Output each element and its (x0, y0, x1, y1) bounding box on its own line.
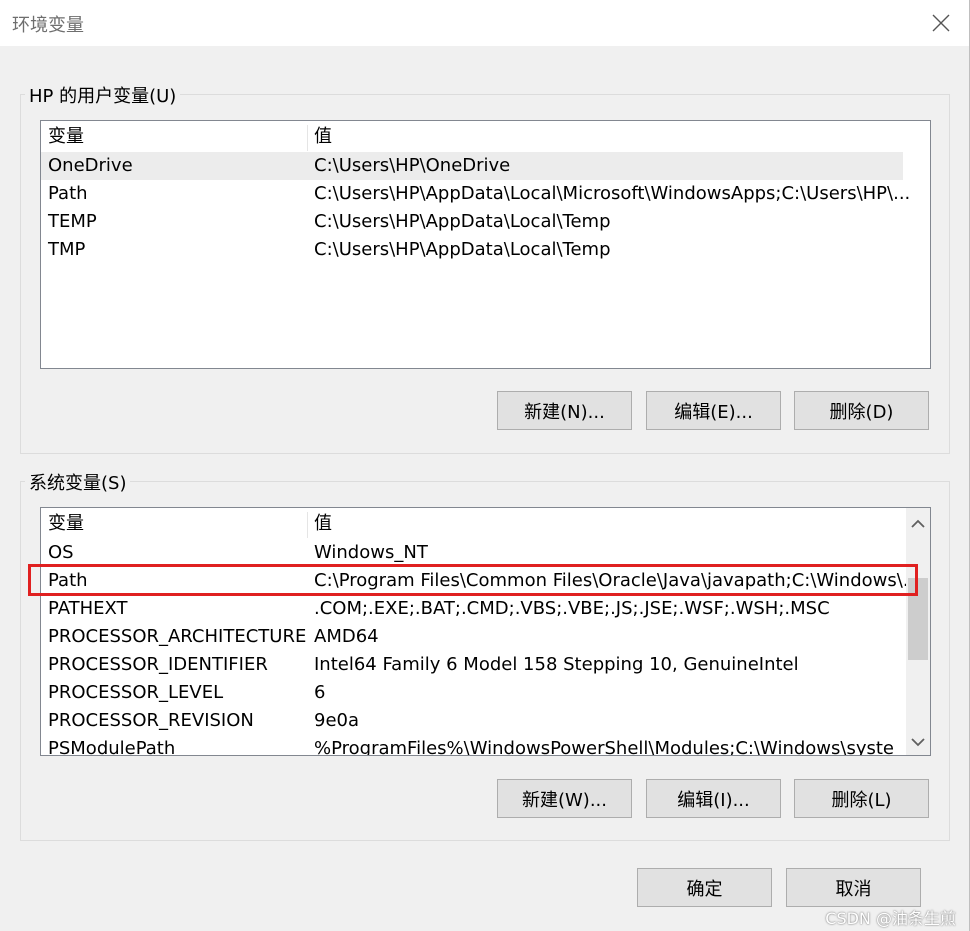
variable-value: C:\Users\HP\OneDrive (314, 155, 511, 176)
variable-value: 6 (314, 682, 326, 703)
column-header-value[interactable]: 值 (314, 510, 332, 538)
highlight-box (28, 564, 918, 596)
variable-value: AMD64 (314, 626, 379, 647)
list-header: 变量 值 (41, 510, 903, 538)
list-row[interactable]: OS Windows_NT (41, 539, 903, 567)
column-divider[interactable] (307, 512, 308, 538)
variable-name: OS (48, 542, 74, 563)
system-delete-button[interactable]: 删除(L) (794, 779, 929, 818)
list-row[interactable]: PSModulePath %ProgramFiles%\WindowsPower… (41, 735, 903, 756)
close-icon (932, 14, 950, 32)
list-header: 变量 值 (41, 123, 903, 151)
close-button[interactable] (926, 8, 956, 38)
variable-name: OneDrive (48, 155, 133, 176)
variable-value: 9e0a (314, 710, 360, 731)
user-variables-legend: HP 的用户变量(U) (25, 82, 181, 108)
variable-name: PSModulePath (48, 738, 176, 756)
variable-value: .COM;.EXE;.BAT;.CMD;.VBS;.VBE;.JS;.JSE;.… (314, 598, 830, 619)
variable-value: %ProgramFiles%\WindowsPowerShell\Modules… (314, 738, 895, 756)
list-row[interactable]: PROCESSOR_IDENTIFIER Intel64 Family 6 Mo… (41, 651, 903, 679)
user-new-button[interactable]: 新建(N)... (497, 391, 632, 430)
variable-name: PROCESSOR_IDENTIFIER (48, 654, 268, 675)
variable-name: PROCESSOR_ARCHITECTURE (48, 626, 307, 647)
list-row[interactable]: TEMP C:\Users\HP\AppData\Local\Temp (41, 208, 903, 236)
variable-name: Path (48, 183, 88, 204)
user-edit-button[interactable]: 编辑(E)... (646, 391, 781, 430)
variable-value: Intel64 Family 6 Model 158 Stepping 10, … (314, 654, 799, 675)
system-edit-button[interactable]: 编辑(I)... (646, 779, 781, 818)
variable-name: PROCESSOR_REVISION (48, 710, 254, 731)
user-delete-button[interactable]: 删除(D) (794, 391, 929, 430)
cancel-button[interactable]: 取消 (786, 868, 921, 907)
chevron-down-icon (911, 738, 925, 747)
window-title: 环境变量 (12, 15, 84, 36)
column-header-name[interactable]: 变量 (48, 510, 84, 538)
column-divider[interactable] (307, 125, 308, 151)
list-row[interactable]: PATHEXT .COM;.EXE;.BAT;.CMD;.VBS;.VBE;.J… (41, 595, 903, 623)
list-row[interactable]: PROCESSOR_LEVEL 6 (41, 679, 903, 707)
system-variables-legend: 系统变量(S) (25, 469, 131, 495)
list-row[interactable]: PROCESSOR_REVISION 9e0a (41, 707, 903, 735)
watermark: CSDN @油条生煎 (825, 909, 956, 928)
variable-value: C:\Users\HP\AppData\Local\Microsoft\Wind… (314, 183, 911, 204)
title-bar: 环境变量 (0, 0, 970, 46)
scroll-up-button[interactable] (906, 510, 930, 538)
variable-value: C:\Users\HP\AppData\Local\Temp (314, 211, 611, 232)
variable-name: TEMP (48, 211, 97, 232)
variable-value: Windows_NT (314, 542, 428, 563)
list-row[interactable]: Path C:\Users\HP\AppData\Local\Microsoft… (41, 180, 910, 208)
list-row[interactable]: OneDrive C:\Users\HP\OneDrive (41, 152, 903, 180)
column-header-name[interactable]: 变量 (48, 123, 84, 151)
column-header-value[interactable]: 值 (314, 123, 332, 151)
ok-button[interactable]: 确定 (637, 868, 772, 907)
list-row[interactable]: PROCESSOR_ARCHITECTURE AMD64 (41, 623, 903, 651)
variable-name: PATHEXT (48, 598, 128, 619)
user-variables-list[interactable]: 变量 值 OneDrive C:\Users\HP\OneDrive Path … (40, 120, 931, 369)
scroll-down-button[interactable] (906, 728, 930, 755)
variable-name: PROCESSOR_LEVEL (48, 682, 224, 703)
variable-name: TMP (48, 239, 86, 260)
list-row[interactable]: TMP C:\Users\HP\AppData\Local\Temp (41, 236, 903, 264)
system-new-button[interactable]: 新建(W)... (497, 779, 632, 818)
variable-value: C:\Users\HP\AppData\Local\Temp (314, 239, 611, 260)
system-variables-list[interactable]: 变量 值 OS Windows_NT Path C:\Program Files… (40, 507, 931, 756)
vertical-scrollbar[interactable] (906, 508, 930, 755)
chevron-up-icon (911, 519, 925, 528)
